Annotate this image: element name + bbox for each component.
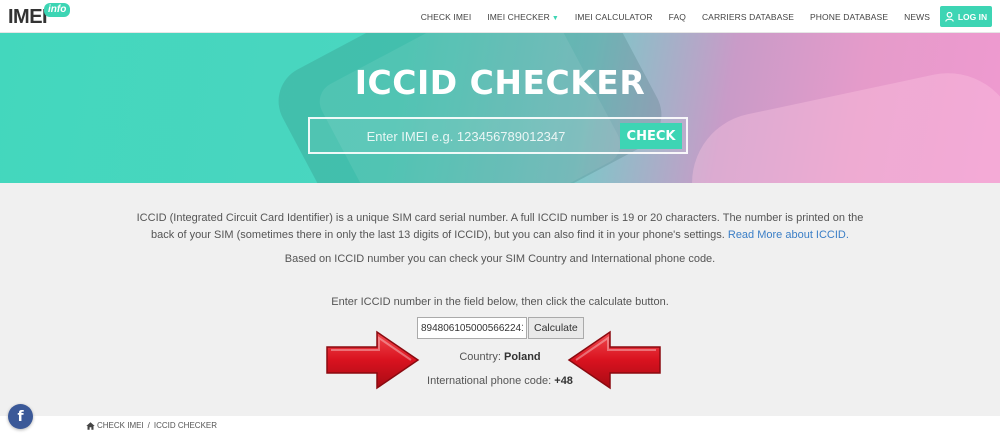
login-label: LOG IN [957,11,988,22]
site-logo[interactable]: IMEI info [8,3,71,29]
nav-news[interactable]: NEWS [904,12,930,22]
logo-text: IMEI [8,6,48,28]
page-title: ICCID CHECKER [354,63,646,102]
logo-badge: info [44,3,71,17]
nav-imei-checker-label: IMEI CHECKER [487,11,550,22]
user-icon [945,11,954,22]
nav-phone-database[interactable]: PHONE DATABASE [810,12,888,22]
nav-carriers-database[interactable]: CARRIERS DATABASE [702,12,794,22]
read-more-link[interactable]: Read More about ICCID. [728,229,849,241]
country-result: Country: Poland [0,351,1000,363]
arrow-right-icon [326,330,420,390]
main-content: ICCID (Integrated Circuit Card Identifie… [0,183,1000,416]
top-navigation-bar: IMEI info CHECK IMEI IMEI CHECKER ▼ IMEI … [0,0,1000,33]
nav-faq[interactable]: FAQ [669,12,686,22]
chevron-down-icon: ▼ [551,14,559,22]
breadcrumb: CHECK IMEI / ICCID CHECKER [86,421,221,430]
nav-imei-calculator[interactable]: IMEI CALCULATOR [575,12,653,22]
breadcrumb-check-imei[interactable]: CHECK IMEI [97,421,144,430]
based-on-text: Based on ICCID number you can check your… [284,253,716,265]
arrow-left-icon [567,330,661,390]
breadcrumb-current: ICCID CHECKER [153,421,218,430]
home-icon[interactable] [86,421,95,430]
nav-check-imei[interactable]: CHECK IMEI [421,12,472,22]
nav-imei-checker[interactable]: IMEI CHECKER ▼ [487,12,559,22]
phone-code-result: International phone code: +48 [0,375,1000,387]
main-nav: CHECK IMEI IMEI CHECKER ▼ IMEI CALCULATOR… [405,0,930,33]
imei-search-box: CHECK [308,117,688,154]
country-value: Poland [503,351,541,363]
iccid-description: ICCID (Integrated Circuit Card Identifie… [130,210,870,244]
phone-code-label: International phone code: [427,375,552,387]
iccid-calculator-form: Calculate [417,317,584,339]
breadcrumb-bar: CHECK IMEI / ICCID CHECKER [0,416,1000,437]
enter-instruction: Enter ICCID number in the field below, t… [331,296,669,308]
hero-banner: ICCID CHECKER CHECK [0,33,1000,183]
imei-search-input[interactable] [316,124,616,148]
country-label: Country: [459,351,501,363]
breadcrumb-separator: / [147,421,150,430]
check-button[interactable]: CHECK [620,123,682,149]
login-button[interactable]: LOG IN [940,6,992,27]
iccid-input[interactable] [417,317,527,339]
facebook-icon[interactable]: f [8,404,33,429]
